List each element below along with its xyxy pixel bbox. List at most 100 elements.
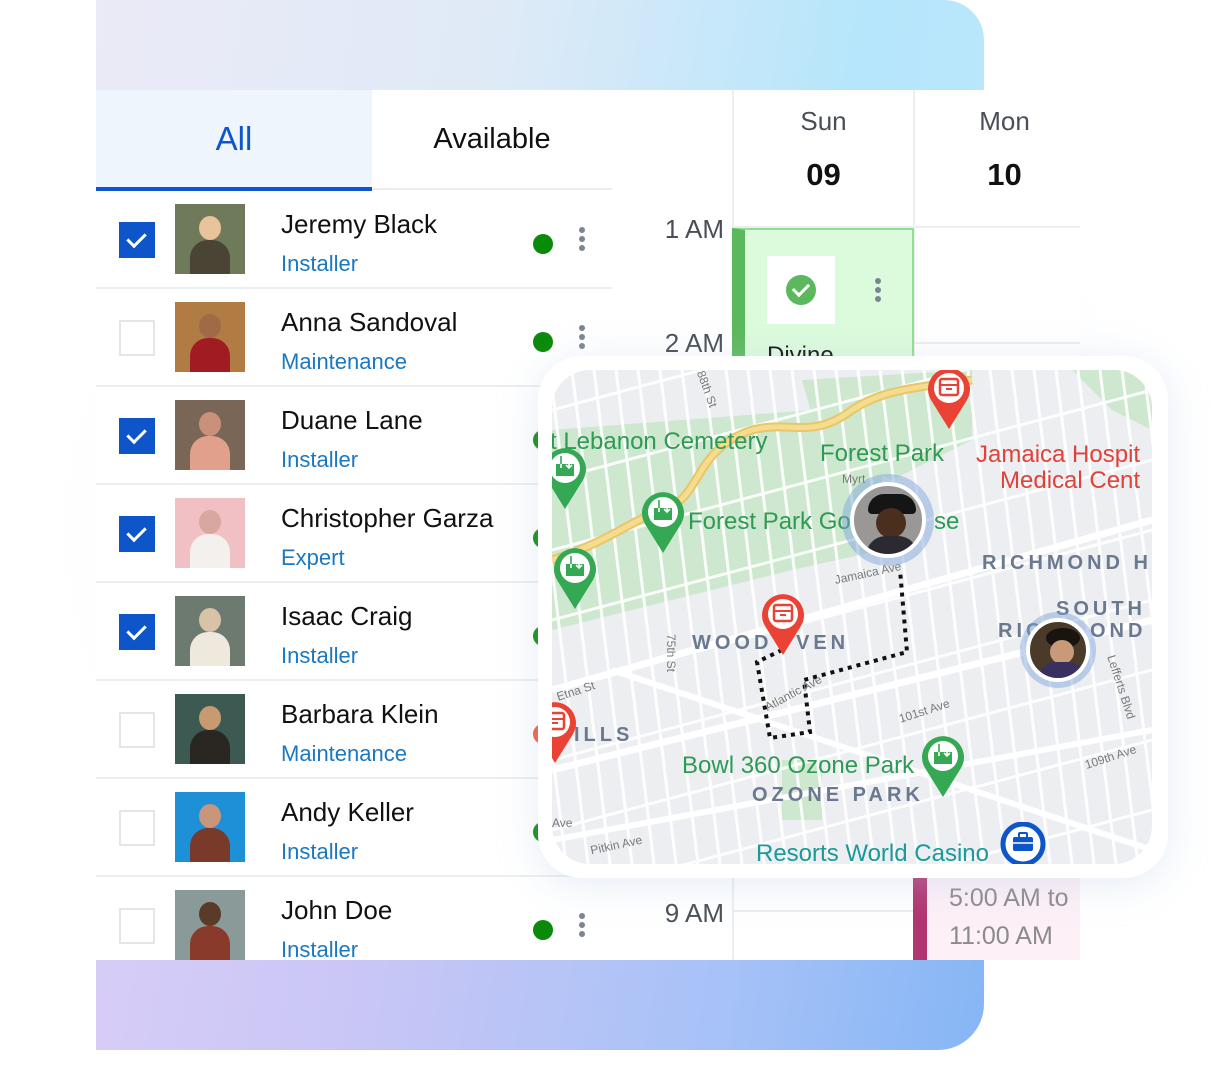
delivery-pin-icon[interactable] — [926, 370, 972, 430]
job-pin-icon[interactable] — [1000, 822, 1046, 864]
technician-list: Jeremy Black Installer Anna Sandoval Mainte… — [96, 191, 612, 960]
select-checkbox[interactable] — [119, 516, 155, 552]
delivery-pin-icon[interactable] — [760, 592, 806, 656]
photo-figure — [190, 828, 230, 862]
technician-photo — [175, 204, 245, 274]
map-label-richmond-end: OND I — [1090, 620, 1152, 642]
technician-row[interactable]: John Doe Installer — [96, 877, 612, 960]
map-label-forest-park: Forest Park — [820, 440, 945, 467]
photo-figure — [199, 314, 221, 338]
select-checkbox[interactable] — [119, 222, 155, 258]
technician-role[interactable]: Installer — [281, 937, 358, 960]
day-header-sun[interactable]: Sun 09 — [732, 90, 913, 228]
photo-figure — [199, 608, 221, 632]
photo-figure — [190, 730, 230, 764]
grid-line — [915, 342, 1080, 344]
map-view[interactable]: t Lebanon Cemetery Forest Park Forest Pa… — [552, 370, 1152, 864]
technician-name: John Doe — [281, 895, 393, 925]
technician-role[interactable]: Installer — [281, 839, 358, 865]
map-card: t Lebanon Cemetery Forest Park Forest Pa… — [538, 356, 1168, 878]
tab-all[interactable]: All — [96, 90, 372, 191]
event-time-start: 5:00 AM to — [949, 884, 1069, 912]
install-pin-icon[interactable] — [552, 446, 588, 510]
technician-name: Isaac Craig — [281, 601, 413, 631]
photo-figure — [199, 216, 221, 240]
more-options-icon[interactable] — [576, 325, 588, 353]
technician-row[interactable]: Jeremy Black Installer — [96, 191, 612, 289]
technician-row[interactable]: Duane Lane Installer — [96, 387, 612, 485]
tab-available[interactable]: Available — [372, 90, 612, 190]
photo-figure — [190, 240, 230, 274]
technician-role[interactable]: Expert — [281, 545, 345, 571]
hospital-line-2: Medical Cent — [1000, 467, 1141, 494]
event-time-end: 11:00 AM — [949, 922, 1053, 950]
photo-figure — [190, 632, 230, 666]
day-name: Sun — [800, 106, 847, 136]
technician-role[interactable]: Maintenance — [281, 741, 407, 767]
technician-location-marker[interactable] — [1020, 612, 1096, 688]
event-status-box — [767, 256, 835, 324]
technician-role[interactable]: Maintenance — [281, 349, 407, 375]
technician-row[interactable]: Andy Keller Installer — [96, 779, 612, 877]
technician-role[interactable]: Installer — [281, 643, 358, 669]
install-pin-icon[interactable] — [552, 546, 598, 610]
time-label-9am: 9 AM — [664, 898, 724, 928]
select-checkbox[interactable] — [119, 810, 155, 846]
technician-name: Duane Lane — [281, 405, 423, 435]
select-checkbox[interactable] — [119, 320, 155, 356]
photo-figure — [199, 706, 221, 730]
technician-avatar — [1026, 618, 1090, 682]
map-label-casino: Resorts World Casino — [756, 840, 989, 864]
day-date: 10 — [987, 157, 1022, 192]
grid-line — [732, 910, 913, 912]
technician-row[interactable]: Christopher Garza Expert — [96, 485, 612, 583]
photo-figure — [190, 926, 230, 960]
more-options-icon[interactable] — [576, 913, 588, 941]
technician-row[interactable]: Isaac Craig Installer — [96, 583, 612, 681]
more-options-icon[interactable] — [872, 278, 884, 306]
more-options-icon[interactable] — [576, 227, 588, 255]
technician-photo — [175, 792, 245, 862]
technician-location-marker[interactable] — [842, 474, 934, 566]
calendar-event-monday[interactable]: 5:00 AM to 11:00 AM — [913, 875, 1080, 960]
map-label-hospital: Jamaica Hospit Medical Cent — [976, 442, 1140, 494]
map-label-hills: ILLS — [574, 724, 634, 746]
technician-avatar — [850, 482, 926, 558]
technician-photo — [175, 694, 245, 764]
status-indicator — [533, 234, 553, 254]
technician-role[interactable]: Installer — [281, 447, 358, 473]
photo-figure — [190, 338, 230, 372]
install-pin-icon[interactable] — [920, 734, 966, 798]
day-header-mon[interactable]: Mon 10 — [913, 90, 1080, 228]
technician-row[interactable]: Barbara Klein Maintenance — [96, 681, 612, 779]
map-label-ozone-park: OZONE PARK — [752, 784, 924, 806]
install-pin-icon[interactable] — [640, 490, 686, 554]
technician-name: Christopher Garza — [281, 503, 494, 533]
map-label-golf-suffix: se — [934, 508, 960, 535]
technician-name: Anna Sandoval — [281, 307, 458, 337]
delivery-pin-icon[interactable] — [552, 700, 578, 764]
technician-photo — [175, 498, 245, 568]
select-checkbox[interactable] — [119, 712, 155, 748]
photo-figure — [199, 412, 221, 436]
select-checkbox[interactable] — [119, 418, 155, 454]
day-date: 09 — [806, 157, 841, 192]
select-checkbox[interactable] — [119, 908, 155, 944]
photo-figure — [199, 804, 221, 828]
calendar-event-divine[interactable]: Divine — [732, 228, 914, 368]
filter-tabs: All Available — [96, 90, 612, 191]
check-circle-icon — [786, 275, 816, 305]
map-label-bowl: Bowl 360 Ozone Park — [682, 752, 915, 779]
time-label-1am: 1 AM — [664, 214, 724, 244]
technician-name: Barbara Klein — [281, 699, 439, 729]
technician-role[interactable]: Installer — [281, 251, 358, 277]
technician-name: Andy Keller — [281, 797, 414, 827]
map-label-street: Ave — [552, 816, 573, 830]
photo-figure — [199, 510, 221, 534]
technician-photo — [175, 400, 245, 470]
select-checkbox[interactable] — [119, 614, 155, 650]
map-label-golf: Forest Park Go — [688, 508, 851, 535]
technician-row[interactable]: Anna Sandoval Maintenance — [96, 289, 612, 387]
photo-figure — [199, 902, 221, 926]
status-indicator — [533, 920, 553, 940]
